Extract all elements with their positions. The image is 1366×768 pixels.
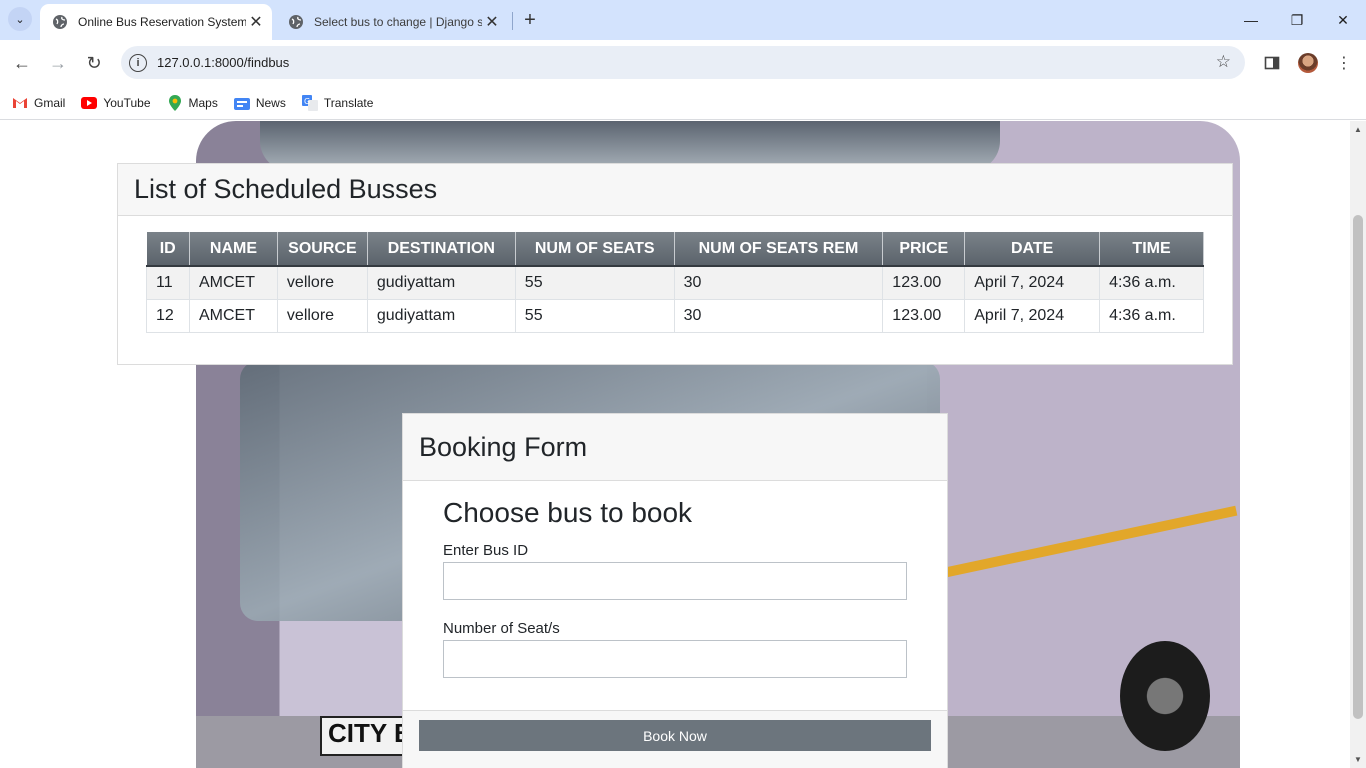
bookmark-news[interactable]: News bbox=[233, 95, 286, 111]
tab-django-admin[interactable]: Select bus to change | Django site admin… bbox=[276, 4, 508, 40]
restore-icon: ❐ bbox=[1290, 11, 1304, 28]
scheduled-busses-card: List of Scheduled Busses ID NAME SOURCE … bbox=[117, 163, 1233, 365]
bookmark-translate[interactable]: G Translate bbox=[301, 94, 373, 111]
new-tab-button[interactable]: + bbox=[518, 8, 542, 32]
cell-name: AMCET bbox=[188, 298, 278, 333]
news-icon bbox=[233, 95, 250, 111]
globe-icon bbox=[289, 15, 303, 29]
site-info-icon[interactable]: i bbox=[129, 53, 147, 72]
chevron-down-icon: ⌄ bbox=[15, 13, 25, 26]
cell-time: 4:36 a.m. bbox=[1099, 265, 1204, 300]
close-tab-icon[interactable]: ✕ bbox=[246, 12, 266, 32]
cell-date: April 7, 2024 bbox=[964, 265, 1101, 300]
column-header: DATE bbox=[964, 232, 1101, 267]
table-row: 12 AMCET vellore gudiyattam 55 30 123.00… bbox=[146, 298, 1204, 333]
close-tab-icon[interactable]: ✕ bbox=[482, 12, 502, 32]
arrow-right-icon: → bbox=[49, 52, 67, 73]
close-icon: ✕ bbox=[1337, 11, 1349, 28]
column-header: ID bbox=[146, 232, 190, 267]
cell-num-seats-rem: 30 bbox=[673, 265, 884, 300]
address-bar[interactable]: i 127.0.0.1:8000/findbus ☆ bbox=[121, 46, 1245, 79]
scroll-up-icon[interactable]: ▲ bbox=[1353, 125, 1363, 134]
tab-title: Online Bus Reservation System bbox=[78, 15, 246, 29]
booking-form-title: Booking Form bbox=[403, 414, 947, 481]
cell-destination: gudiyattam bbox=[366, 298, 516, 333]
gmail-icon bbox=[12, 95, 28, 111]
close-window-button[interactable]: ✕ bbox=[1320, 0, 1366, 40]
cell-price: 123.00 bbox=[882, 298, 966, 333]
page-scrollbar[interactable]: ▲ ▼ bbox=[1350, 121, 1366, 768]
column-header: SOURCE bbox=[277, 232, 368, 267]
maps-icon bbox=[167, 94, 183, 111]
seats-input[interactable] bbox=[443, 640, 907, 678]
scheduled-busses-title: List of Scheduled Busses bbox=[118, 164, 1232, 216]
page-viewport: CITY B List of Scheduled Busses ID NAME … bbox=[0, 121, 1350, 768]
column-header: TIME bbox=[1099, 232, 1204, 267]
scrollbar-thumb[interactable] bbox=[1353, 215, 1363, 719]
bookmark-gmail[interactable]: Gmail bbox=[12, 95, 65, 111]
bus-id-label: Enter Bus ID bbox=[443, 542, 529, 559]
more-vert-icon: ⋮ bbox=[1336, 55, 1352, 72]
cell-time: 4:36 a.m. bbox=[1099, 298, 1204, 333]
column-header: NUM OF SEATS REM bbox=[674, 232, 884, 267]
table-row: 11 AMCET vellore gudiyattam 55 30 123.00… bbox=[146, 265, 1204, 300]
cell-num-seats: 55 bbox=[514, 265, 675, 300]
arrow-left-icon: ← bbox=[13, 52, 31, 73]
bus-image-wheel bbox=[1120, 641, 1210, 751]
browser-toolbar: ← → ↻ i 127.0.0.1:8000/findbus ☆ ⋮ bbox=[0, 40, 1366, 86]
restore-button[interactable]: ❐ bbox=[1274, 0, 1320, 40]
booking-form-footer: Book Now bbox=[403, 710, 947, 768]
cell-source: vellore bbox=[276, 298, 368, 333]
youtube-icon bbox=[81, 95, 98, 111]
cell-destination: gudiyattam bbox=[366, 265, 516, 300]
svg-text:G: G bbox=[304, 97, 310, 106]
reload-icon: ↻ bbox=[86, 52, 102, 73]
plus-icon: + bbox=[524, 8, 536, 31]
minimize-icon: — bbox=[1244, 12, 1258, 28]
column-header: PRICE bbox=[882, 232, 966, 267]
globe-icon bbox=[53, 15, 67, 29]
cell-num-seats: 55 bbox=[514, 298, 675, 333]
bookmark-maps[interactable]: Maps bbox=[167, 94, 218, 111]
bookmark-star-icon[interactable]: ☆ bbox=[1216, 52, 1231, 72]
tab-separator bbox=[512, 12, 513, 30]
booking-form-card: Booking Form Choose bus to book Enter Bu… bbox=[402, 413, 948, 768]
seats-label: Number of Seat/s bbox=[443, 620, 560, 637]
column-header: DESTINATION bbox=[367, 232, 516, 267]
cell-date: April 7, 2024 bbox=[964, 298, 1101, 333]
scheduled-busses-table: ID NAME SOURCE DESTINATION NUM OF SEATS … bbox=[146, 232, 1204, 333]
column-header: NAME bbox=[189, 232, 278, 267]
back-button[interactable]: ← bbox=[8, 49, 36, 77]
bookmark-youtube[interactable]: YouTube bbox=[81, 95, 151, 111]
avatar[interactable] bbox=[1298, 53, 1318, 73]
book-now-button[interactable]: Book Now bbox=[419, 720, 931, 751]
bookmarks-bar: Gmail YouTube Maps News G Translate bbox=[0, 86, 1366, 120]
cell-id: 12 bbox=[146, 298, 190, 333]
bus-id-input[interactable] bbox=[443, 562, 907, 600]
column-header: NUM OF SEATS bbox=[515, 232, 675, 267]
cell-source: vellore bbox=[276, 265, 368, 300]
tab-online-bus-reservation[interactable]: Online Bus Reservation System ✕ bbox=[40, 4, 272, 40]
minimize-button[interactable]: — bbox=[1228, 0, 1274, 40]
forward-button[interactable]: → bbox=[44, 49, 72, 77]
cell-name: AMCET bbox=[188, 265, 278, 300]
side-panel-button[interactable] bbox=[1260, 51, 1284, 75]
tab-search-button[interactable]: ⌄ bbox=[8, 7, 32, 31]
side-panel-icon bbox=[1264, 56, 1280, 70]
translate-icon: G bbox=[301, 94, 318, 111]
reload-button[interactable]: ↻ bbox=[80, 49, 108, 77]
scroll-down-icon[interactable]: ▼ bbox=[1353, 755, 1363, 764]
table-header-row: ID NAME SOURCE DESTINATION NUM OF SEATS … bbox=[146, 232, 1204, 267]
cell-id: 11 bbox=[146, 265, 190, 300]
url-text: 127.0.0.1:8000/findbus bbox=[157, 55, 290, 70]
choose-bus-heading: Choose bus to book bbox=[443, 497, 693, 528]
menu-button[interactable]: ⋮ bbox=[1332, 51, 1356, 75]
tab-title: Select bus to change | Django site admin bbox=[314, 15, 482, 29]
cell-num-seats-rem: 30 bbox=[673, 298, 884, 333]
cell-price: 123.00 bbox=[882, 265, 966, 300]
tab-strip: ⌄ Online Bus Reservation System ✕ Select… bbox=[0, 0, 1366, 40]
